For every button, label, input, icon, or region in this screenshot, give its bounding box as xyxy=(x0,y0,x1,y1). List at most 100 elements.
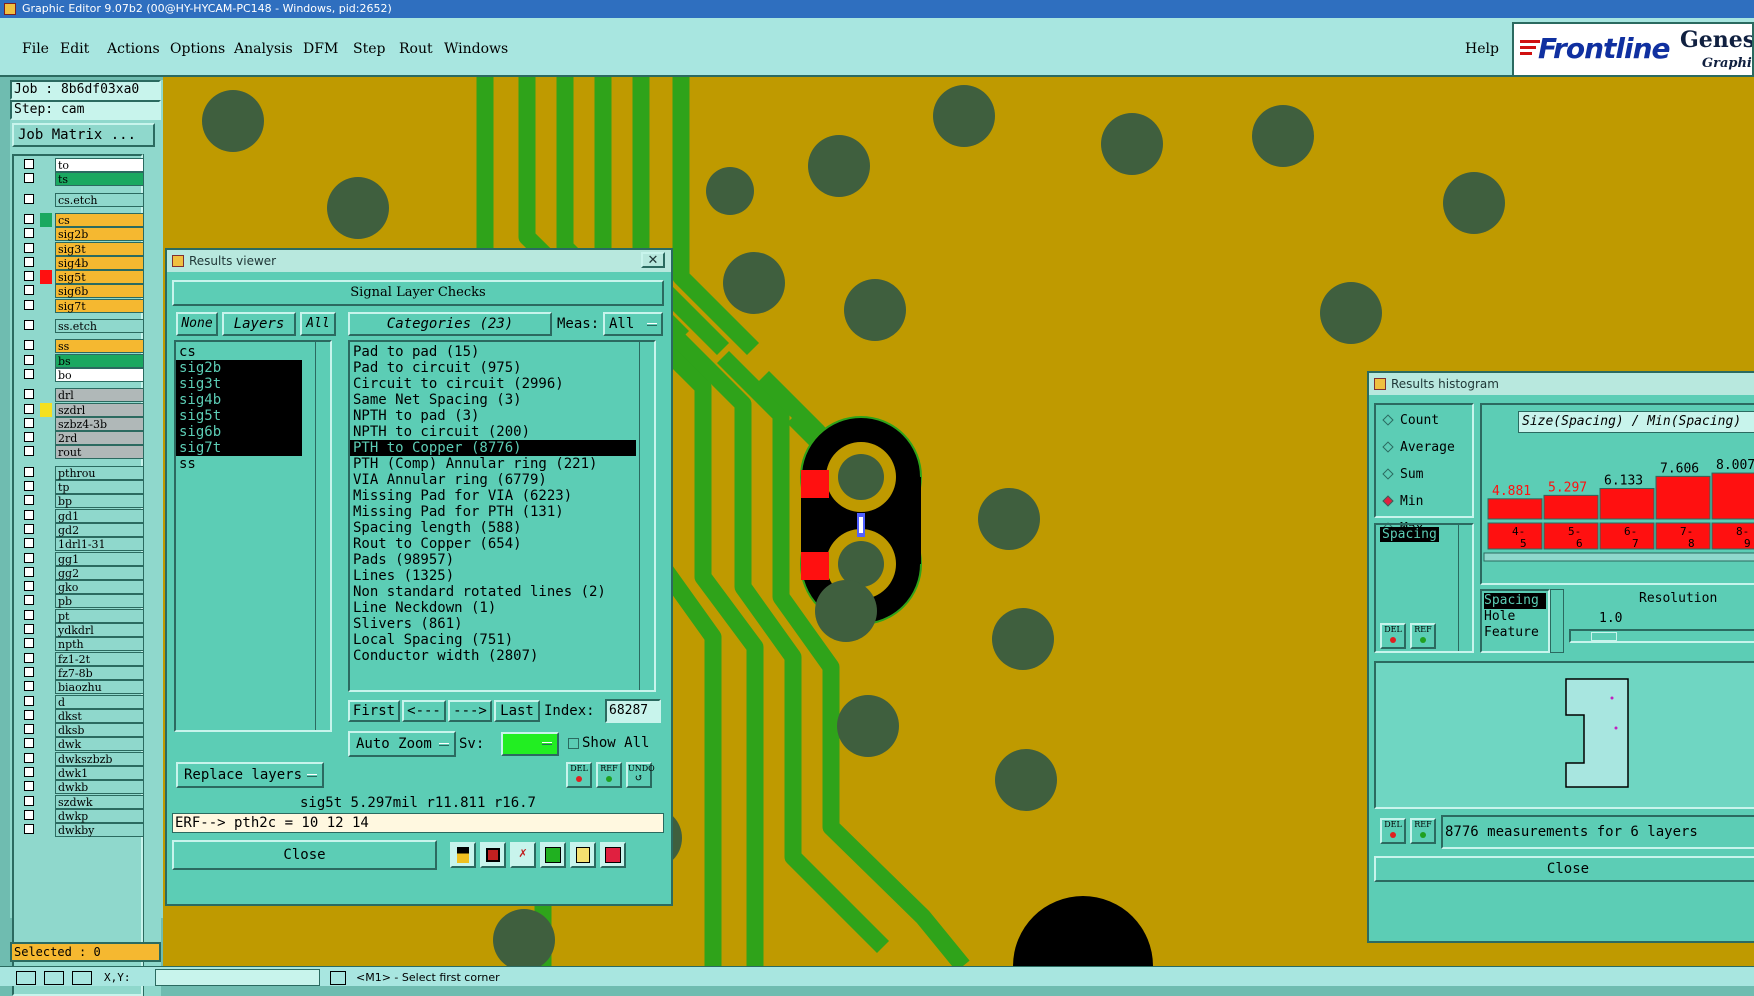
layer-name[interactable]: to xyxy=(55,158,147,172)
histogram-bar[interactable] xyxy=(1655,475,1711,520)
layer-color-swatch[interactable] xyxy=(40,623,52,637)
layer-checkbox[interactable] xyxy=(24,159,34,169)
layer-name[interactable]: sig4b xyxy=(55,255,147,270)
layer-name[interactable]: szdwk xyxy=(55,794,147,809)
close-icon[interactable]: ✕ xyxy=(641,252,665,268)
layer-name[interactable]: 2rd xyxy=(55,431,147,446)
layer-name[interactable]: pthrou xyxy=(55,465,147,480)
layer-name[interactable]: dkst xyxy=(55,708,147,723)
layer-checkbox[interactable] xyxy=(24,681,34,692)
results-close-button[interactable]: Close xyxy=(172,840,437,870)
layer-name[interactable]: 1drl1-31 xyxy=(55,537,147,552)
layer-name[interactable]: szdrl xyxy=(55,402,147,417)
hist-del-button-2[interactable]: DEL xyxy=(1380,818,1406,844)
layer-name[interactable]: ss xyxy=(55,339,147,354)
layer-color-swatch[interactable] xyxy=(40,695,52,709)
xy-input[interactable] xyxy=(155,969,320,986)
layer-row[interactable]: gd2 xyxy=(18,522,147,537)
category-item[interactable]: PTH to Copper (8776) xyxy=(350,440,636,456)
histogram-icon[interactable] xyxy=(600,842,626,868)
aggregate-radio[interactable]: Count xyxy=(1382,413,1439,428)
job-matrix-button[interactable]: Job Matrix ... xyxy=(12,123,155,147)
category-item[interactable]: Same Net Spacing (3) xyxy=(350,392,636,408)
layer-list-item[interactable]: sig7t xyxy=(176,440,302,456)
hist-del-button[interactable]: DEL xyxy=(1380,623,1406,649)
menu-dfm[interactable]: DFM xyxy=(303,41,338,57)
size-type-item[interactable]: Hole xyxy=(1484,609,1546,625)
layer-color-swatch[interactable] xyxy=(40,158,52,172)
layer-row[interactable]: sig3t xyxy=(18,241,147,256)
layer-name[interactable]: d xyxy=(55,694,147,709)
layer-color-swatch[interactable] xyxy=(40,580,52,594)
layer-row[interactable]: szbz4-3b xyxy=(18,416,147,431)
category-item[interactable]: Slivers (861) xyxy=(350,616,636,632)
auto-zoom-select[interactable]: Auto Zoom xyxy=(348,731,456,757)
layer-row[interactable]: bo xyxy=(18,367,147,382)
layer-color-swatch[interactable] xyxy=(40,172,52,186)
layer-name[interactable]: tp xyxy=(55,480,147,494)
layer-row[interactable]: gg2 xyxy=(18,565,147,580)
layer-checkbox[interactable] xyxy=(24,271,34,282)
layer-row[interactable]: rout xyxy=(18,445,147,460)
layer-row[interactable]: sig6b xyxy=(18,284,147,299)
hist-ref-button[interactable]: REF xyxy=(1410,623,1436,649)
layer-row[interactable]: pb xyxy=(18,594,147,609)
layer-color-swatch[interactable] xyxy=(40,709,52,723)
layer-row[interactable]: ss.etch xyxy=(18,319,147,333)
layer-color-swatch[interactable] xyxy=(40,388,52,402)
layer-name[interactable]: drl xyxy=(55,388,147,403)
category-item[interactable]: Rout to Copper (654) xyxy=(350,536,636,552)
layer-color-swatch[interactable] xyxy=(40,256,52,270)
layer-name[interactable]: fz7-8b xyxy=(55,665,147,680)
layer-color-swatch[interactable] xyxy=(40,752,52,766)
layer-checkbox[interactable] xyxy=(24,354,34,365)
layer-color-swatch[interactable] xyxy=(40,766,52,780)
layer-row[interactable]: gko xyxy=(18,580,147,595)
layer-checkbox[interactable] xyxy=(24,566,34,577)
layer-row[interactable]: dwk1 xyxy=(18,766,147,780)
layer-color-swatch[interactable] xyxy=(40,242,52,256)
meas-select[interactable]: All xyxy=(603,312,663,336)
layer-name[interactable]: dksb xyxy=(55,723,147,738)
layer-name[interactable]: gko xyxy=(55,580,147,595)
layer-row[interactable]: pt xyxy=(18,608,147,623)
layer-name[interactable]: pt xyxy=(55,608,147,623)
last-button[interactable]: Last xyxy=(494,700,540,722)
layer-checkbox[interactable] xyxy=(24,824,34,835)
resolution-slider[interactable] xyxy=(1569,629,1754,643)
layer-name[interactable]: sig7t xyxy=(55,298,147,313)
layer-color-swatch[interactable] xyxy=(40,270,52,285)
category-item[interactable]: Pad to pad (15) xyxy=(350,344,636,360)
layer-color-swatch[interactable] xyxy=(40,652,52,666)
report-icon[interactable] xyxy=(570,842,596,868)
size-type-item[interactable]: Spacing xyxy=(1484,593,1546,609)
layer-name[interactable]: dwkszbzb xyxy=(55,751,147,766)
layer-list-item[interactable]: cs xyxy=(176,344,302,360)
sv-color-select[interactable] xyxy=(501,732,559,756)
layer-list-item[interactable]: sig6b xyxy=(176,424,302,440)
layer-name[interactable]: sig3t xyxy=(55,241,147,256)
menu-step[interactable]: Step xyxy=(353,41,385,57)
layer-checkbox[interactable] xyxy=(24,228,34,239)
layer-color-swatch[interactable] xyxy=(40,368,52,382)
category-item[interactable]: Missing Pad for PTH (131) xyxy=(350,504,636,520)
layer-checkbox[interactable] xyxy=(24,193,34,204)
category-item[interactable]: Spacing length (588) xyxy=(350,520,636,536)
layer-color-swatch[interactable] xyxy=(40,431,52,445)
layer-name[interactable]: bs xyxy=(55,353,147,368)
layer-checkbox[interactable] xyxy=(24,256,34,267)
layer-row[interactable]: sig5t xyxy=(18,270,147,285)
layer-list-item[interactable]: ss xyxy=(176,456,302,472)
layer-color-swatch[interactable] xyxy=(40,594,52,608)
layer-color-swatch[interactable] xyxy=(40,480,52,494)
layer-row[interactable]: dwkszbzb xyxy=(18,751,147,766)
layers-button[interactable]: Layers xyxy=(222,312,296,336)
layer-row[interactable]: cs.etch xyxy=(18,192,147,207)
layer-name[interactable]: sig6b xyxy=(55,284,147,299)
layer-row[interactable]: ts xyxy=(18,172,147,187)
layer-name[interactable]: gd2 xyxy=(55,522,147,537)
histogram-scrollbar[interactable] xyxy=(1483,552,1754,562)
layer-checkbox[interactable] xyxy=(24,340,34,351)
filter-icon[interactable] xyxy=(450,842,476,868)
layer-color-swatch[interactable] xyxy=(40,466,52,480)
